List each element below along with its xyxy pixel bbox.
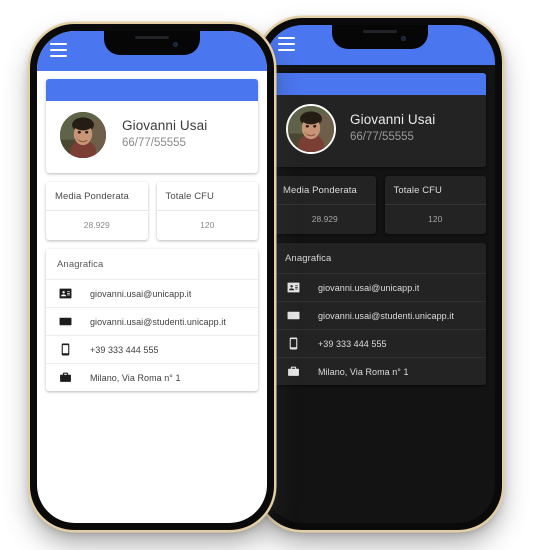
- hamburger-line: [50, 54, 67, 57]
- contact-value: giovanni.usai@unicapp.it: [318, 282, 420, 293]
- front-camera-icon: [401, 36, 406, 41]
- profile-card-banner: [274, 73, 486, 95]
- hamburger-line: [278, 48, 295, 51]
- hamburger-menu-icon[interactable]: [50, 43, 67, 57]
- front-camera-icon: [173, 42, 178, 47]
- contact-value: +39 333 444 555: [90, 344, 159, 355]
- anagrafica-card: Anagrafica giovanni.usai@unicapp.it giov…: [274, 243, 486, 385]
- stat-card-totale-cfu: Totale CFU 120: [384, 176, 486, 234]
- stat-value: 28.929: [311, 214, 338, 224]
- contact-value: Milano, Via Roma n° 1: [90, 372, 181, 383]
- profile-card-body: Giovanni Usai 66/77/55555: [46, 101, 258, 173]
- phone-notch: [332, 25, 428, 49]
- envelope-icon: [57, 314, 73, 330]
- smartphone-icon: [57, 342, 73, 358]
- profile-text: Giovanni Usai 66/77/55555: [122, 118, 207, 151]
- stat-value: 28.929: [83, 220, 110, 230]
- profile-card-banner: [46, 79, 258, 101]
- briefcase-icon: [57, 370, 73, 386]
- profile-identifier: 66/77/55555: [122, 137, 186, 150]
- hamburger-line: [278, 42, 295, 46]
- stat-label: Media Ponderata: [55, 191, 129, 202]
- hamburger-line: [50, 43, 67, 46]
- profile-text: Giovanni Usai 66/77/55555: [350, 112, 435, 145]
- stat-value: 120: [200, 220, 215, 230]
- contact-value: +39 333 444 555: [318, 338, 387, 349]
- stat-card-totale-cfu: Totale CFU 120: [156, 182, 258, 240]
- earpiece-speaker: [135, 36, 169, 39]
- stats-row: Media Ponderata 28.929 Totale CFU 120: [274, 176, 486, 234]
- contact-row-email[interactable]: giovanni.usai@studenti.unicapp.it: [46, 307, 258, 335]
- anagrafica-section-title: Anagrafica: [285, 253, 332, 264]
- contact-row-address[interactable]: Milano, Via Roma n° 1: [274, 357, 486, 385]
- hamburger-menu-icon[interactable]: [278, 37, 295, 51]
- contact-value: giovanni.usai@studenti.unicapp.it: [318, 310, 454, 321]
- mockup-stage: Giovanni Usai 66/77/55555 Media Ponderat…: [0, 0, 550, 550]
- contact-row-email[interactable]: giovanni.usai@studenti.unicapp.it: [274, 301, 486, 329]
- avatar: [58, 110, 108, 160]
- id-badge-icon: [57, 286, 73, 302]
- id-badge-icon: [285, 280, 301, 296]
- screen-dark: Giovanni Usai 66/77/55555 Media Ponderat…: [265, 25, 495, 523]
- profile-identifier: 66/77/55555: [350, 131, 414, 144]
- hamburger-line: [278, 37, 295, 40]
- anagrafica-section-title: Anagrafica: [57, 259, 104, 270]
- profile-card: Giovanni Usai 66/77/55555: [274, 73, 486, 167]
- page-content-light: Giovanni Usai 66/77/55555 Media Ponderat…: [37, 71, 267, 523]
- stat-label: Totale CFU: [165, 191, 215, 202]
- stat-label: Totale CFU: [393, 185, 443, 196]
- stat-label: Media Ponderata: [283, 185, 357, 196]
- profile-card-body: Giovanni Usai 66/77/55555: [274, 95, 486, 167]
- hamburger-line: [50, 48, 67, 52]
- contact-row-address[interactable]: Milano, Via Roma n° 1: [46, 363, 258, 391]
- smartphone-icon: [285, 336, 301, 352]
- contact-value: Milano, Via Roma n° 1: [318, 366, 409, 377]
- phone-dark-theme: Giovanni Usai 66/77/55555 Media Ponderat…: [258, 18, 502, 530]
- profile-card: Giovanni Usai 66/77/55555: [46, 79, 258, 173]
- phone-notch: [104, 31, 200, 55]
- avatar: [286, 104, 336, 154]
- profile-name: Giovanni Usai: [122, 118, 208, 134]
- stats-row: Media Ponderata 28.929 Totale CFU 120: [46, 182, 258, 240]
- earpiece-speaker: [363, 30, 397, 33]
- contact-row-phone[interactable]: +39 333 444 555: [46, 335, 258, 363]
- screen-light: Giovanni Usai 66/77/55555 Media Ponderat…: [37, 31, 267, 523]
- anagrafica-card: Anagrafica giovanni.usai@unicapp.it giov…: [46, 249, 258, 391]
- stat-card-media-ponderata: Media Ponderata 28.929: [46, 182, 148, 240]
- contact-row-username[interactable]: giovanni.usai@unicapp.it: [274, 273, 486, 301]
- stat-value: 120: [428, 214, 443, 224]
- stat-card-media-ponderata: Media Ponderata 28.929: [274, 176, 376, 234]
- contact-value: giovanni.usai@studenti.unicapp.it: [90, 316, 226, 327]
- phone-light-theme: Giovanni Usai 66/77/55555 Media Ponderat…: [30, 24, 274, 530]
- contact-row-username[interactable]: giovanni.usai@unicapp.it: [46, 279, 258, 307]
- contact-value: giovanni.usai@unicapp.it: [90, 288, 192, 299]
- page-content-dark: Giovanni Usai 66/77/55555 Media Ponderat…: [265, 65, 495, 523]
- briefcase-icon: [285, 364, 301, 380]
- profile-name: Giovanni Usai: [350, 112, 436, 128]
- contact-row-phone[interactable]: +39 333 444 555: [274, 329, 486, 357]
- envelope-icon: [285, 308, 301, 324]
